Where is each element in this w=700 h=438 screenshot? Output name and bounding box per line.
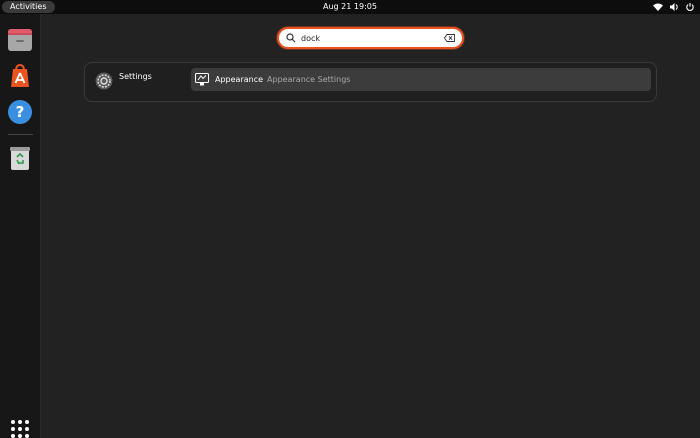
grid-icon [11, 420, 29, 438]
dock-separator [8, 134, 33, 135]
power-icon [686, 3, 694, 11]
dock: ? [0, 14, 41, 438]
files-icon [8, 29, 32, 51]
provider-label: Settings [119, 72, 152, 81]
clear-icon[interactable] [444, 34, 455, 42]
result-description: Appearance Settings [267, 75, 351, 84]
appearance-icon [195, 73, 209, 86]
clock[interactable]: Aug 21 19:05 [323, 2, 377, 11]
help-icon: ? [8, 100, 32, 124]
search-results-panel: Settings Appearance Appearance Settings [84, 62, 657, 102]
svg-text:?: ? [16, 103, 25, 121]
speaker-icon [670, 3, 678, 11]
result-name: Appearance [215, 75, 264, 84]
settings-icon[interactable] [95, 72, 113, 90]
search-box[interactable] [277, 27, 464, 49]
system-tray[interactable] [653, 2, 694, 12]
trash-icon [10, 147, 30, 170]
dock-item-trash[interactable] [6, 144, 34, 172]
app-center-icon [11, 63, 29, 87]
top-bar: Activities Aug 21 19:05 [0, 0, 700, 14]
wifi-icon [653, 3, 663, 11]
result-item-appearance[interactable]: Appearance Appearance Settings [191, 68, 651, 91]
clock-area: Aug 21 19:05 [0, 0, 700, 14]
dock-item-help[interactable]: ? [6, 98, 34, 126]
show-apps-button[interactable] [10, 419, 30, 438]
search-input[interactable] [301, 31, 441, 45]
activities-button[interactable]: Activities [2, 1, 55, 13]
dock-item-files[interactable] [6, 26, 34, 54]
dock-item-app-center[interactable] [6, 62, 34, 90]
search-icon [286, 33, 296, 43]
